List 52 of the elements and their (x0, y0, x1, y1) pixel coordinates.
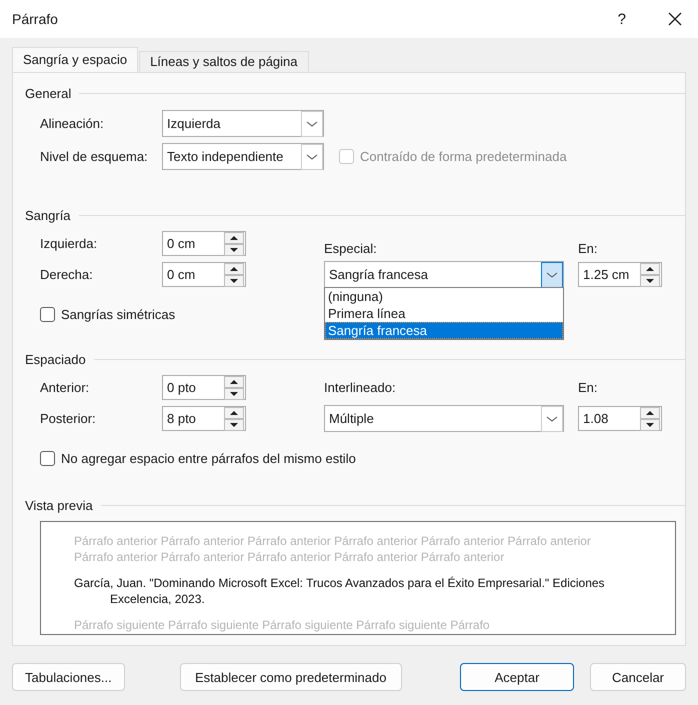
spin-arrows-icon[interactable] (640, 262, 660, 286)
field-label: Posterior: (40, 411, 97, 426)
field-label: Derecha: (40, 267, 94, 282)
field-label: Especial: (324, 241, 378, 256)
section-title: Espaciado (25, 352, 86, 366)
checkbox-label: Contraído de forma predeterminada (360, 149, 567, 164)
field-label: Alineación: (40, 116, 105, 131)
checkbox-label: Sangrías simétricas (61, 307, 176, 322)
dialog-button[interactable]: Cancelar (590, 663, 686, 691)
dropdown-option[interactable]: Sangría francesa (325, 322, 563, 339)
dropdown-option[interactable]: Primera línea (325, 305, 563, 322)
spin-field[interactable]: 0 cm (162, 262, 246, 287)
field-label: En: (578, 241, 599, 256)
tab[interactable]: Sangría y espacio (12, 47, 138, 72)
spin-field[interactable]: 1.08 (578, 406, 662, 431)
spin-arrows-icon[interactable] (640, 406, 660, 430)
field-label: Interlineado: (324, 380, 397, 395)
dropdown[interactable]: Múltiple (324, 405, 564, 432)
checkbox[interactable] (40, 451, 55, 466)
preview-text-line: Excelencia, 2023. (109, 591, 206, 607)
checkbox-label: No agregar espacio entre párrafos del mismo estilo (61, 451, 356, 466)
tab[interactable]: Líneas y saltos de página (139, 51, 309, 72)
spin-arrows-icon[interactable] (224, 406, 244, 430)
spin-arrows-icon[interactable] (224, 232, 244, 256)
dropdown-option[interactable]: (ninguna) (325, 288, 563, 305)
dialog-button[interactable]: Aceptar (460, 663, 574, 691)
spin-field[interactable]: 8 pto (162, 406, 246, 431)
preview-text-line: García, Juan. "Dominando Microsoft Excel: Trucos Avanzados para el Éxito Empresarial." Ediciones (74, 575, 606, 591)
close-icon[interactable] (668, 12, 682, 26)
section-title: Vista previa (25, 498, 93, 512)
spin-field[interactable]: 1.25 cm (578, 262, 662, 287)
field-label: Anterior: (40, 380, 90, 395)
section-title: Sangría (25, 208, 71, 222)
chevron-down-icon[interactable] (541, 262, 563, 288)
field-label: Izquierda: (40, 236, 98, 251)
help-button[interactable]: ? (618, 10, 626, 28)
section-title: General (25, 86, 72, 100)
spin-field[interactable]: 0 pto (162, 375, 246, 400)
dialog-button[interactable]: Establecer como predeterminado (180, 663, 402, 691)
preview-text-line: Párrafo anterior Párrafo anterior Párrafo anterior Párrafo anterior Párrafo anterior (74, 549, 506, 565)
window-title: Párrafo (12, 11, 58, 27)
preview-text-line: Párrafo anterior Párrafo anterior Párrafo anterior Párrafo anterior Párrafo anterior Párrafo anterior (74, 533, 592, 549)
spin-field[interactable]: 0 cm (162, 231, 246, 256)
preview-text-line: Párrafo siguiente Párrafo siguiente Párrafo siguiente Párrafo siguiente Párrafo (74, 617, 491, 633)
dropdown[interactable]: Izquierda (162, 110, 324, 137)
field-label: En: (578, 380, 599, 395)
spin-arrows-icon[interactable] (224, 262, 244, 286)
spin-arrows-icon[interactable] (224, 376, 244, 400)
field-label: Nivel de esquema: (40, 149, 149, 164)
dialog-button[interactable]: Tabulaciones... (12, 663, 125, 691)
checkbox[interactable] (40, 307, 55, 322)
dropdown[interactable]: Texto independiente (162, 143, 324, 170)
